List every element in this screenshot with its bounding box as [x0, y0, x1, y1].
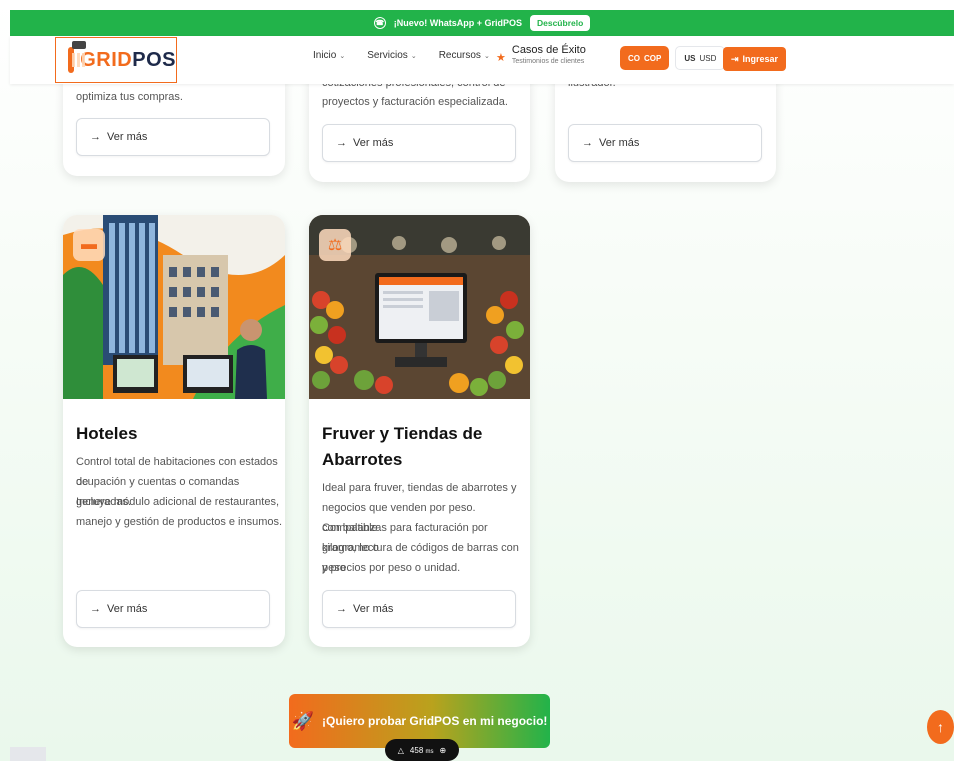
currency-switch: CO COP US USD	[620, 46, 726, 70]
card-description-line: Ideal para fruver, tiendas de abarrotes …	[322, 482, 517, 494]
scale-icon: ⚖	[319, 229, 351, 261]
fruver-card: ⚖ Fruver y Tiendas de Abarrotes Ideal pa…	[309, 215, 530, 647]
performance-indicator[interactable]: △ 458 ms ⊕	[385, 739, 459, 761]
nav-servicios[interactable]: Servicios ⌄	[367, 50, 416, 61]
card-description: optimiza tus compras.	[76, 91, 183, 103]
ver-mas-button[interactable]: → Ver más	[76, 590, 270, 628]
service-card: optimiza tus compras. → Ver más	[63, 70, 285, 176]
arrow-right-icon: →	[90, 131, 101, 143]
pos-terminal-icon	[68, 41, 87, 73]
corner-tab	[10, 747, 46, 761]
card-description: proyectos y facturación especializada.	[322, 96, 508, 108]
whatsapp-icon: ☎	[373, 17, 386, 29]
fruver-image: ⚖	[309, 215, 530, 399]
card-title: Hoteles	[76, 424, 138, 443]
card-description-line: manejo y gestión de productos e insumos.	[76, 516, 283, 528]
target-icon: ⊕	[439, 745, 447, 755]
arrow-right-icon: →	[336, 603, 347, 615]
discover-button[interactable]: Descúbrelo	[529, 15, 591, 31]
nav-casos-exito[interactable]: ★ Casos de Éxito Testimonios de clientes	[496, 44, 586, 65]
ver-mas-button[interactable]: → Ver más	[322, 590, 516, 628]
card-title: Abarrotes	[322, 450, 403, 469]
arrow-up-icon: ↑	[937, 719, 944, 735]
nav-inicio[interactable]: Inicio ⌄	[313, 50, 345, 61]
chevron-down-icon: ⌄	[339, 53, 346, 60]
star-icon: ★	[496, 52, 506, 64]
ver-mas-button[interactable]: → Ver más	[76, 118, 270, 156]
hoteles-card: ▬ Hoteles Control total de habitaciones …	[63, 215, 285, 647]
exito-subtitle: Testimonios de clientes	[511, 58, 585, 65]
chevron-down-icon: ⌄	[410, 53, 417, 60]
exito-title: Casos de Éxito	[511, 44, 586, 56]
ver-mas-button[interactable]: → Ver más	[568, 124, 762, 162]
card-title: Fruver y Tiendas de	[322, 424, 483, 443]
card-description-line: Incluye módulo adicional de restaurantes…	[76, 496, 280, 508]
us-flag-icon: US	[684, 53, 696, 63]
currency-usd-button[interactable]: US USD	[675, 46, 726, 70]
logo-grid: GRID	[80, 48, 133, 71]
service-card: cotizaciones profesionales, control de p…	[309, 70, 530, 182]
ver-mas-button[interactable]: → Ver más	[322, 124, 516, 162]
arrow-right-icon: →	[336, 137, 347, 149]
promo-text: ¡Nuevo! WhatsApp + GridPOS	[393, 18, 522, 28]
rocket-icon: 🚀	[291, 710, 315, 731]
nav-recursos[interactable]: Recursos ⌄	[439, 50, 490, 61]
promo-bar: ☎ ¡Nuevo! WhatsApp + GridPOS Descúbrelo	[10, 10, 954, 36]
chevron-down-icon: ⌄	[483, 53, 490, 60]
perf-value: 458 ms	[409, 745, 434, 755]
logo-pos: POS	[132, 48, 176, 71]
triangle-icon: △	[397, 745, 404, 755]
main-nav: Inicio ⌄ Servicios ⌄ Recursos ⌄	[313, 50, 490, 61]
hotel-image: ▬	[63, 215, 285, 399]
arrow-right-icon: →	[90, 603, 101, 615]
bed-icon: ▬	[73, 229, 105, 261]
login-button[interactable]: ⇥ Ingresar	[723, 47, 787, 71]
currency-cop-button[interactable]: CO COP	[620, 46, 670, 70]
service-card: ilustrador. →Ver más	[555, 70, 776, 182]
scroll-to-top-button[interactable]: ↑	[927, 710, 954, 744]
card-description-line: y precios por peso o unidad.	[322, 562, 461, 574]
colombia-flag-icon: CO	[628, 53, 640, 63]
login-icon: ⇥	[731, 53, 739, 64]
gridpos-logo[interactable]: GRIDPOS	[55, 37, 177, 83]
site-header: GRIDPOS Inicio ⌄ Servicios ⌄ Recursos ⌄ ★ C…	[10, 36, 954, 84]
arrow-right-icon: →	[582, 137, 593, 149]
